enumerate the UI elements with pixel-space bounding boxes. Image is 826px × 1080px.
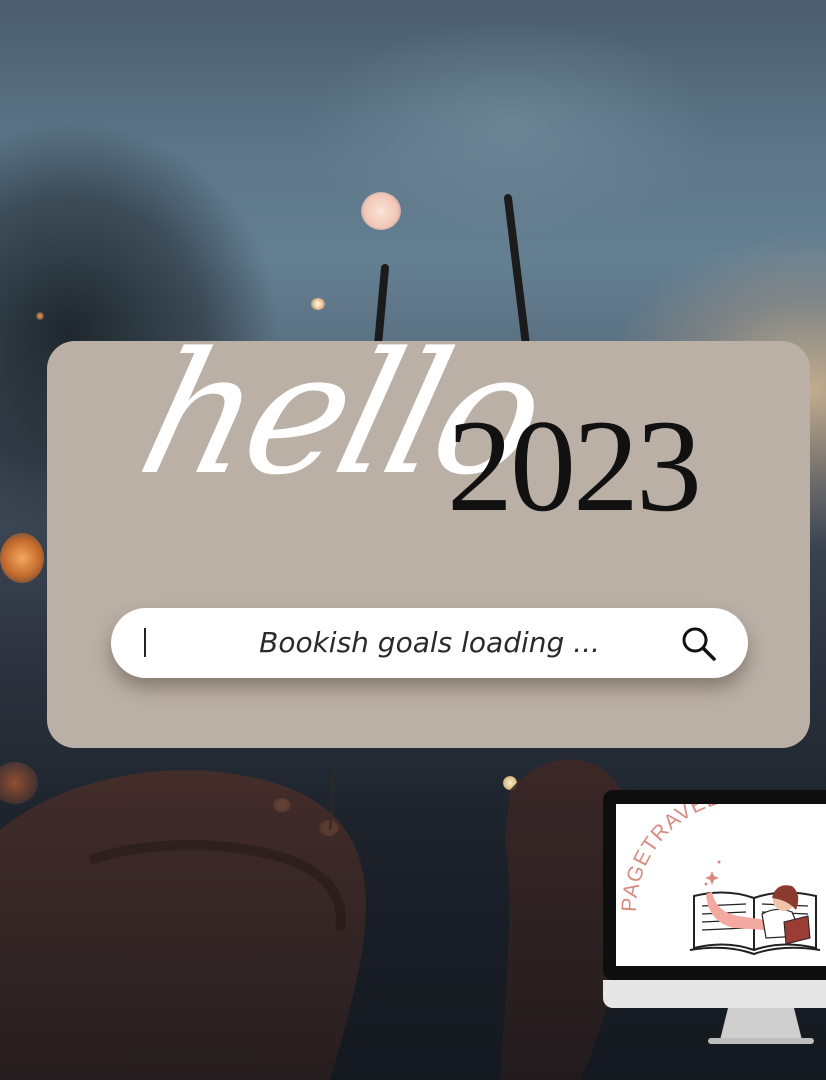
logo-screen: PAGETRAVELWITH: [616, 804, 826, 966]
search-bar[interactable]: Bookish goals loading ...: [111, 608, 748, 678]
search-text: Bookish goals loading ...: [259, 626, 600, 659]
headline-year: 2023: [447, 392, 702, 539]
logo-graphic: PAGETRAVELWITH: [618, 804, 821, 956]
sparkle-icon: [704, 860, 721, 886]
reading-girl-book-icon: [689, 885, 821, 956]
monitor-logo: PAGETRAVELWITH: [603, 790, 826, 1045]
monitor-stand: [708, 1008, 814, 1044]
monitor-chin: [603, 980, 826, 1008]
search-icon[interactable]: [679, 624, 719, 664]
